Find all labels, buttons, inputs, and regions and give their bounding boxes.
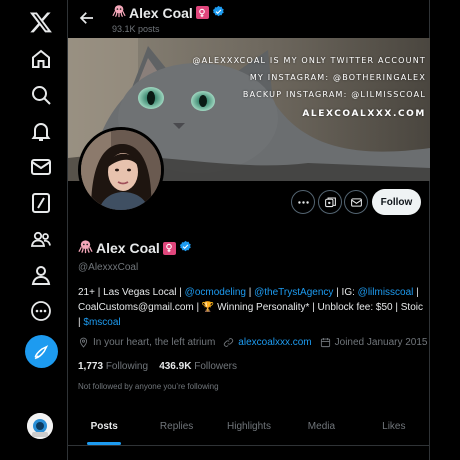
notifications-icon[interactable] [27, 117, 55, 145]
banner-line-4: alexcoalxxx.com [302, 109, 426, 119]
tab-highlights[interactable]: Highlights [213, 408, 285, 445]
following-count: 1,773 [78, 361, 104, 372]
bio-cashtag[interactable]: $mscoal [83, 317, 120, 328]
profile-header: Alex Coal 93.1K posts [68, 0, 430, 38]
more-horizontal-icon [297, 200, 309, 204]
profile-tabs: Posts Replies Highlights Media Likes [68, 408, 430, 446]
profile-bio: 21+ | Las Vegas Local | @ocmodeling | @t… [78, 285, 424, 330]
profile-website-link[interactable]: alexcoalxxx.com [238, 337, 311, 348]
x-logo-icon[interactable] [27, 8, 55, 36]
grok-summary-icon [324, 197, 336, 207]
tab-likes[interactable]: Likes [358, 408, 430, 445]
account-avatar[interactable] [27, 413, 53, 439]
header-name-row: Alex Coal [112, 4, 225, 21]
back-arrow-icon[interactable] [78, 9, 96, 27]
more-icon[interactable] [27, 297, 55, 325]
followers-link[interactable]: 436.9K Followers [159, 361, 237, 372]
envelope-icon [350, 197, 362, 207]
more-options-button[interactable] [291, 190, 315, 214]
profile-name-row: Alex Coal [78, 239, 192, 257]
post-button[interactable] [25, 335, 58, 368]
profile-joined-date: Joined January 2015 [334, 337, 428, 348]
following-label: Following [105, 361, 149, 372]
communities-icon[interactable] [27, 225, 55, 253]
header-name: Alex Coal [129, 4, 193, 21]
not-followed-notice: Not followed by anyone you’re following [78, 382, 219, 391]
tab-replies[interactable]: Replies [140, 408, 212, 445]
banner-line-3: backup instagram: @lilmisscoal [242, 90, 426, 99]
follow-button[interactable]: Follow [372, 189, 421, 215]
profile-column: Alex Coal 93.1K posts @ALEXXXCOAL IS MY … [68, 0, 430, 460]
female-sign-emoji [195, 6, 209, 19]
followers-count: 436.9K [159, 361, 192, 372]
bio-mention-lilmisscoal[interactable]: @lilmisscoal [358, 287, 414, 298]
messages-icon[interactable] [27, 153, 55, 181]
bio-text: | IG: [333, 287, 358, 298]
female-sign-emoji [162, 241, 176, 255]
bio-mention-trystagency[interactable]: @theTrystAgency [254, 287, 333, 298]
tab-media[interactable]: Media [285, 408, 357, 445]
profile-name: Alex Coal [96, 240, 160, 256]
profile-meta-row: In your heart, the left atrium alexcoalx… [78, 337, 428, 348]
post-icon [34, 344, 48, 359]
profile-location: In your heart, the left atrium [93, 337, 216, 348]
octopus-emoji [78, 239, 93, 257]
tab-posts[interactable]: Posts [68, 408, 140, 445]
sidebar-nav [0, 0, 68, 460]
followers-label: Followers [194, 361, 238, 372]
search-icon[interactable] [27, 81, 55, 109]
grok-summary-button[interactable] [318, 190, 342, 214]
calendar-icon [320, 338, 330, 348]
post-count: 93.1K posts [112, 24, 160, 34]
profile-avatar[interactable] [78, 127, 164, 213]
link-icon [224, 338, 234, 347]
octopus-emoji [112, 4, 126, 21]
bio-text: | [245, 287, 255, 298]
bio-mention-ocmodeling[interactable]: @ocmodeling [185, 287, 246, 298]
grok-icon[interactable] [27, 189, 55, 217]
verified-badge-icon [212, 5, 225, 21]
verified-badge-icon[interactable] [179, 240, 192, 256]
message-button[interactable] [344, 190, 368, 214]
bio-text: 21+ | Las Vegas Local | [78, 287, 185, 298]
banner-line-2: my instagram: @botheringalex [249, 73, 426, 82]
banner-line-1: @alexxxcoal is my only twitter account [192, 56, 426, 65]
following-link[interactable]: 1,773 Following [78, 361, 148, 372]
follow-counts: 1,773 Following 436.9K Followers [78, 361, 237, 372]
profile-icon[interactable] [27, 261, 55, 289]
home-icon[interactable] [27, 45, 55, 73]
location-pin-icon [79, 337, 88, 348]
profile-handle: @AlexxxCoal [78, 262, 139, 273]
